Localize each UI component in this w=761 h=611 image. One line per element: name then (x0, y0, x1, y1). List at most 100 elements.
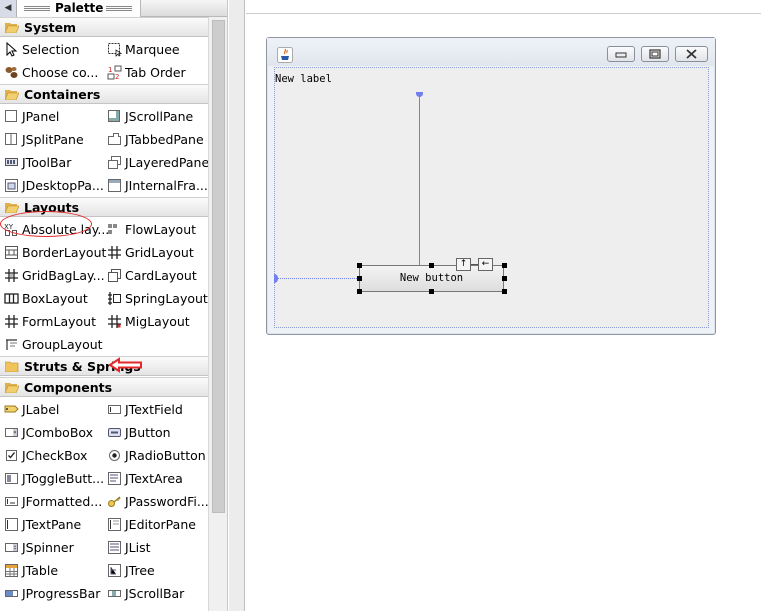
palette-scrollbar[interactable] (208, 17, 227, 611)
palette-item-choose-component[interactable]: Choose co... (0, 61, 104, 84)
category-struts-springs[interactable]: Struts & Springs (0, 356, 208, 376)
palette-item-jtabbedpane[interactable]: JTabbedPane (104, 128, 208, 151)
drag-grip-icon (106, 6, 132, 11)
category-components[interactable]: Components (0, 377, 208, 397)
scrollpane-icon (108, 110, 120, 122)
palette-item-jtextpane[interactable]: JTextPane (0, 513, 104, 536)
palette-item-cardlayout[interactable]: CardLayout (104, 264, 208, 287)
anchor-top-toggle[interactable]: ↑ (456, 258, 471, 271)
grid-layout-icon (108, 246, 121, 259)
resize-handle[interactable] (357, 276, 362, 281)
resize-handle[interactable] (429, 263, 434, 268)
palette-item-jeditorpane[interactable]: JEditorPane (104, 513, 208, 536)
resize-handle[interactable] (429, 289, 434, 294)
palette-item-jprogressbar[interactable]: JProgressBar (0, 582, 104, 605)
collapse-left-icon[interactable]: ◀ (0, 0, 17, 17)
palette-item-jradiobutton[interactable]: JRadioButton (104, 444, 208, 467)
palette-item-jformattedtextfield[interactable]: JFormatted... (0, 490, 104, 513)
folder-open-icon (5, 23, 19, 33)
scrollbar-thumb[interactable] (212, 20, 225, 513)
palette-item-jtoolbar[interactable]: JToolBar (0, 151, 104, 174)
panel-splitter[interactable] (229, 0, 245, 611)
palette-item-miglayout[interactable]: MigLayout (104, 310, 208, 333)
palette-item-jlist[interactable]: JList (104, 536, 208, 559)
palette-item-jtable[interactable]: JTable (0, 559, 104, 582)
palette-title: Palette (55, 1, 104, 15)
palette-item-jspinner[interactable]: JSpinner (0, 536, 104, 559)
minimize-icon (615, 52, 627, 58)
spring-layout-icon (108, 292, 121, 305)
palette-item-gridbaglayout[interactable]: GridBagLay... (0, 264, 105, 287)
resize-handle[interactable] (357, 263, 362, 268)
drag-grip-icon (24, 6, 50, 11)
palette-title-tab[interactable]: Palette (17, 0, 141, 17)
palette-item-gridlayout[interactable]: GridLayout (104, 241, 208, 264)
box-layout-icon (4, 293, 19, 304)
palette-item-jscrollbar[interactable]: JScrollBar (104, 582, 208, 605)
palette-item-jdesktoppane[interactable]: JDesktopPa... (0, 174, 104, 197)
tree-icon (108, 564, 121, 577)
palette-item-jinternalframe[interactable]: JInternalFra... (104, 174, 208, 197)
category-containers[interactable]: Containers (0, 84, 208, 104)
palette-item-selection[interactable]: Selection (0, 38, 104, 61)
close-button[interactable] (675, 46, 708, 62)
table-icon (5, 564, 18, 577)
palette-item-jscrollpane[interactable]: JScrollPane (104, 105, 208, 128)
cursor-arrow-icon (6, 42, 18, 57)
palette-item-jcheckbox[interactable]: JCheckBox (0, 444, 104, 467)
palette-item-marquee[interactable]: Marquee (104, 38, 208, 61)
folder-open-icon (5, 203, 19, 213)
anchor-connector (470, 264, 478, 265)
resize-handle[interactable] (502, 289, 507, 294)
palette-item-borderlayout[interactable]: BorderLayout (0, 241, 106, 264)
new-label-component[interactable]: New label (275, 73, 332, 85)
palette-item-formlayout[interactable]: FormLayout (0, 310, 104, 333)
tab-order-icon: 12 (107, 65, 122, 80)
editorpane-icon (108, 518, 121, 531)
palette-item-flowlayout[interactable]: FlowLayout (104, 218, 208, 241)
palette-item-jpasswordfield[interactable]: JPasswordFi... (104, 490, 209, 513)
palette-item-jlayeredpane[interactable]: JLayeredPane (104, 151, 209, 174)
anchor-left-toggle[interactable]: ← (478, 258, 493, 271)
resize-handle[interactable] (357, 289, 362, 294)
palette-item-springlayout[interactable]: SpringLayout (104, 287, 208, 310)
palette-item-jcombobox[interactable]: JComboBox (0, 421, 104, 444)
group-layout-icon (6, 339, 17, 350)
form-layout-icon (5, 315, 18, 328)
palette-item-tab-order[interactable]: 12 Tab Order (104, 61, 208, 84)
java-icon (277, 47, 293, 63)
textarea-icon (108, 472, 121, 485)
palette-item-boxlayout[interactable]: BoxLayout (0, 287, 104, 310)
horizontal-constraint-guide (276, 278, 359, 279)
textpane-icon (5, 518, 18, 531)
maximize-button[interactable] (641, 46, 669, 62)
palette-item-jtogglebutton[interactable]: JToggleButt... (0, 467, 104, 490)
palette-item-jtextarea[interactable]: JTextArea (104, 467, 208, 490)
maximize-icon (649, 49, 661, 59)
beans-icon (5, 67, 18, 78)
resize-handle[interactable] (502, 276, 507, 281)
palette-item-jtree[interactable]: JTree (104, 559, 208, 582)
palette-item-jsplitpane[interactable]: JSplitPane (0, 128, 104, 151)
radio-button-icon (109, 450, 120, 461)
panel-icon (5, 110, 17, 122)
svg-text:2: 2 (115, 73, 119, 80)
svg-text:1: 1 (108, 66, 112, 74)
palette-list: System Selection Marquee Choose co... 12… (0, 17, 209, 611)
palette-item-grouplayout[interactable]: GroupLayout (0, 333, 104, 356)
minimize-button[interactable] (607, 46, 635, 62)
progressbar-icon (5, 590, 18, 597)
palette-item-jbutton[interactable]: JButton (104, 421, 208, 444)
splitpane-icon (5, 133, 17, 145)
palette-item-jpanel[interactable]: JPanel (0, 105, 104, 128)
annotation-arrow-icon (108, 357, 142, 373)
tabbedpane-icon (108, 133, 121, 145)
resize-handle[interactable] (502, 263, 507, 268)
palette-item-jlabel[interactable]: JLabel (0, 398, 104, 421)
spinner-icon (5, 543, 18, 552)
editor-top-bar (246, 0, 761, 14)
combobox-icon (5, 428, 18, 437)
palette-item-jtextfield[interactable]: JTextField (104, 398, 208, 421)
category-system[interactable]: System (0, 17, 208, 37)
folder-closed-icon (5, 361, 19, 372)
